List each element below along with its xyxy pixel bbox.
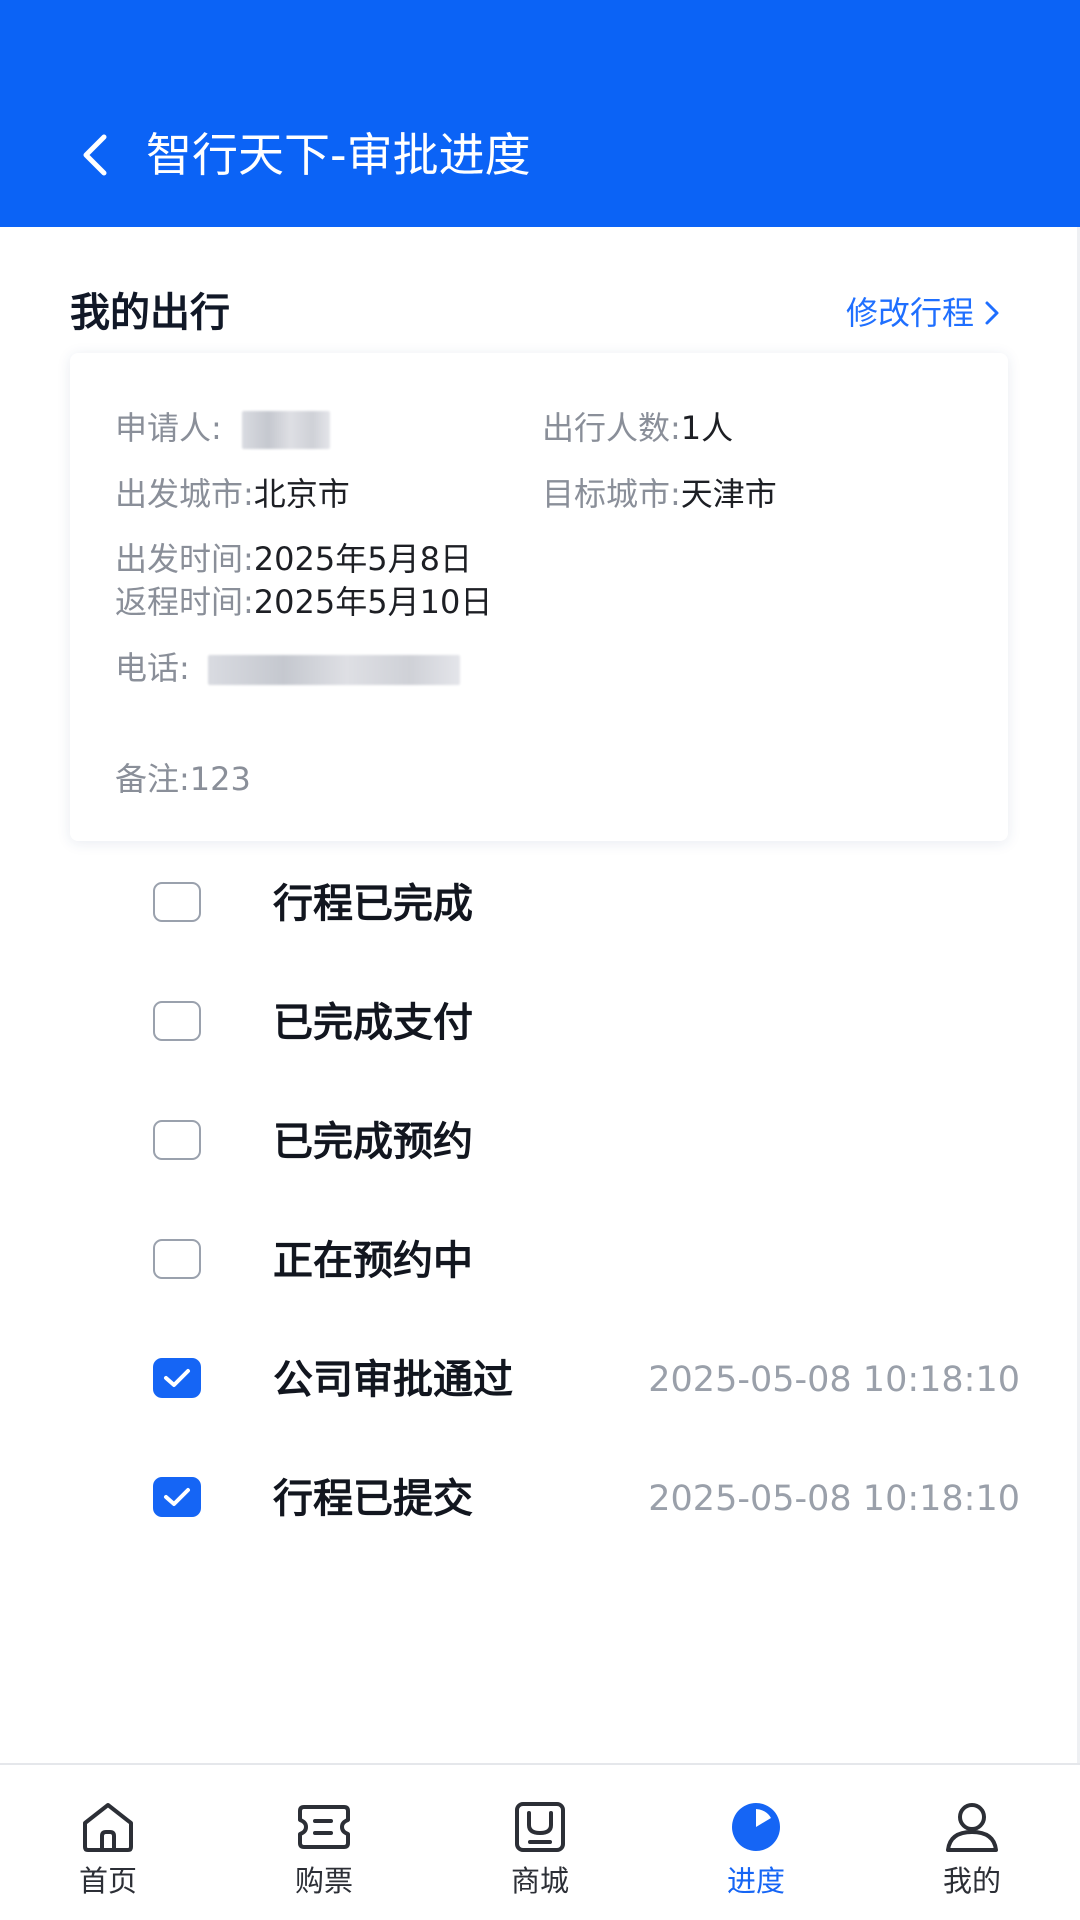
nav-label-profile: 我的 (942, 1864, 1001, 1898)
progress-step-label: 行程已完成 (273, 881, 473, 927)
progress-step: 公司审批通过 2025-05-08 10:18:10 (150, 1343, 1020, 1413)
back-button[interactable] (70, 125, 120, 185)
progress-step: 行程已完成 (150, 867, 1020, 937)
checkbox-unchecked[interactable] (153, 1120, 201, 1160)
target-city-row: 目标城市:天津市 (542, 471, 777, 517)
checkbox-unchecked[interactable] (153, 882, 201, 922)
checkbox-unchecked[interactable] (153, 1001, 201, 1041)
progress-step: 已完成支付 (150, 986, 1020, 1056)
remark-label: 备注: (115, 760, 190, 798)
remark-value: 123 (189, 760, 251, 798)
nav-item-profile[interactable]: 我的 (864, 1765, 1080, 1920)
departure-city-value: 北京市 (253, 475, 350, 513)
store-icon (515, 1802, 565, 1852)
screen: 智行天下-审批进度 我的出行 修改行程 申请人: 出行人数:1人 出发城市:北京… (0, 0, 1080, 1920)
section-title: 我的出行 (70, 290, 230, 336)
applicant-redacted (241, 411, 330, 449)
progress-step-label: 已完成支付 (273, 1000, 473, 1046)
progress-step: 正在预约中 (150, 1224, 1020, 1294)
chevron-right-icon (985, 301, 999, 325)
ticket-icon (298, 1805, 350, 1849)
header-bar: 智行天下-审批进度 (0, 0, 1080, 227)
home-icon (83, 1803, 133, 1852)
progress-step-label: 公司审批通过 (273, 1357, 513, 1403)
return-time-value: 2025年5月10日 (253, 583, 493, 621)
target-city-value: 天津市 (680, 475, 777, 513)
nav-item-home[interactable]: 首页 (0, 1765, 216, 1920)
departure-city-label: 出发城市: (115, 475, 254, 513)
progress-step: 行程已提交 2025-05-08 10:18:10 (150, 1462, 1020, 1532)
edit-trip-link[interactable]: 修改行程 (846, 290, 1000, 336)
checkbox-checked[interactable] (153, 1477, 201, 1517)
phone-label: 电话: (115, 649, 190, 687)
applicant-row: 申请人: (115, 405, 330, 451)
nav-label-store: 商城 (510, 1864, 569, 1898)
checkbox-unchecked[interactable] (153, 1239, 201, 1279)
page-title: 智行天下-审批进度 (146, 128, 531, 182)
trip-info-card: 申请人: 出行人数:1人 出发城市:北京市 目标城市:天津市 出发时间:2025… (70, 353, 1008, 841)
check-icon (164, 1488, 190, 1506)
progress-step-time: 2025-05-08 10:18:10 (648, 1360, 1020, 1400)
phone-redacted (207, 655, 460, 685)
nav-label-home: 首页 (78, 1864, 137, 1898)
edit-trip-label: 修改行程 (845, 294, 974, 332)
departure-time-row: 出发时间:2025年5月8日 (115, 536, 472, 582)
bottom-nav: 首页 购票 商城 进度 我的 (0, 1763, 1080, 1920)
nav-item-progress[interactable]: 进度 (648, 1765, 864, 1920)
departure-time-value: 2025年5月8日 (253, 540, 472, 578)
travelers-label: 出行人数: (542, 409, 681, 447)
progress-step-label: 正在预约中 (273, 1238, 473, 1284)
progress-step-label: 已完成预约 (273, 1119, 473, 1165)
nav-label-tickets: 购票 (294, 1864, 353, 1898)
checkbox-checked[interactable] (153, 1358, 201, 1398)
applicant-label: 申请人: (115, 409, 222, 447)
progress-step-time: 2025-05-08 10:18:10 (648, 1479, 1020, 1519)
travelers-value: 1人 (680, 409, 734, 447)
nav-item-store[interactable]: 商城 (432, 1765, 648, 1920)
nav-item-tickets[interactable]: 购票 (216, 1765, 432, 1920)
chevron-left-icon (83, 134, 107, 176)
departure-time-label: 出发时间: (115, 540, 254, 578)
progress-step: 已完成预约 (150, 1105, 1020, 1175)
return-time-label: 返程时间: (115, 583, 254, 621)
user-icon (946, 1803, 998, 1852)
check-icon (164, 1369, 190, 1387)
target-city-label: 目标城市: (542, 475, 681, 513)
phone-row: 电话: (115, 645, 460, 691)
progress-step-label: 行程已提交 (273, 1476, 473, 1522)
progress-icon (732, 1803, 780, 1851)
nav-label-progress: 进度 (726, 1864, 785, 1898)
departure-city-row: 出发城市:北京市 (115, 471, 350, 517)
remark-row: 备注:123 (115, 756, 251, 802)
return-time-row: 返程时间:2025年5月10日 (115, 579, 492, 625)
travelers-row: 出行人数:1人 (542, 405, 733, 451)
